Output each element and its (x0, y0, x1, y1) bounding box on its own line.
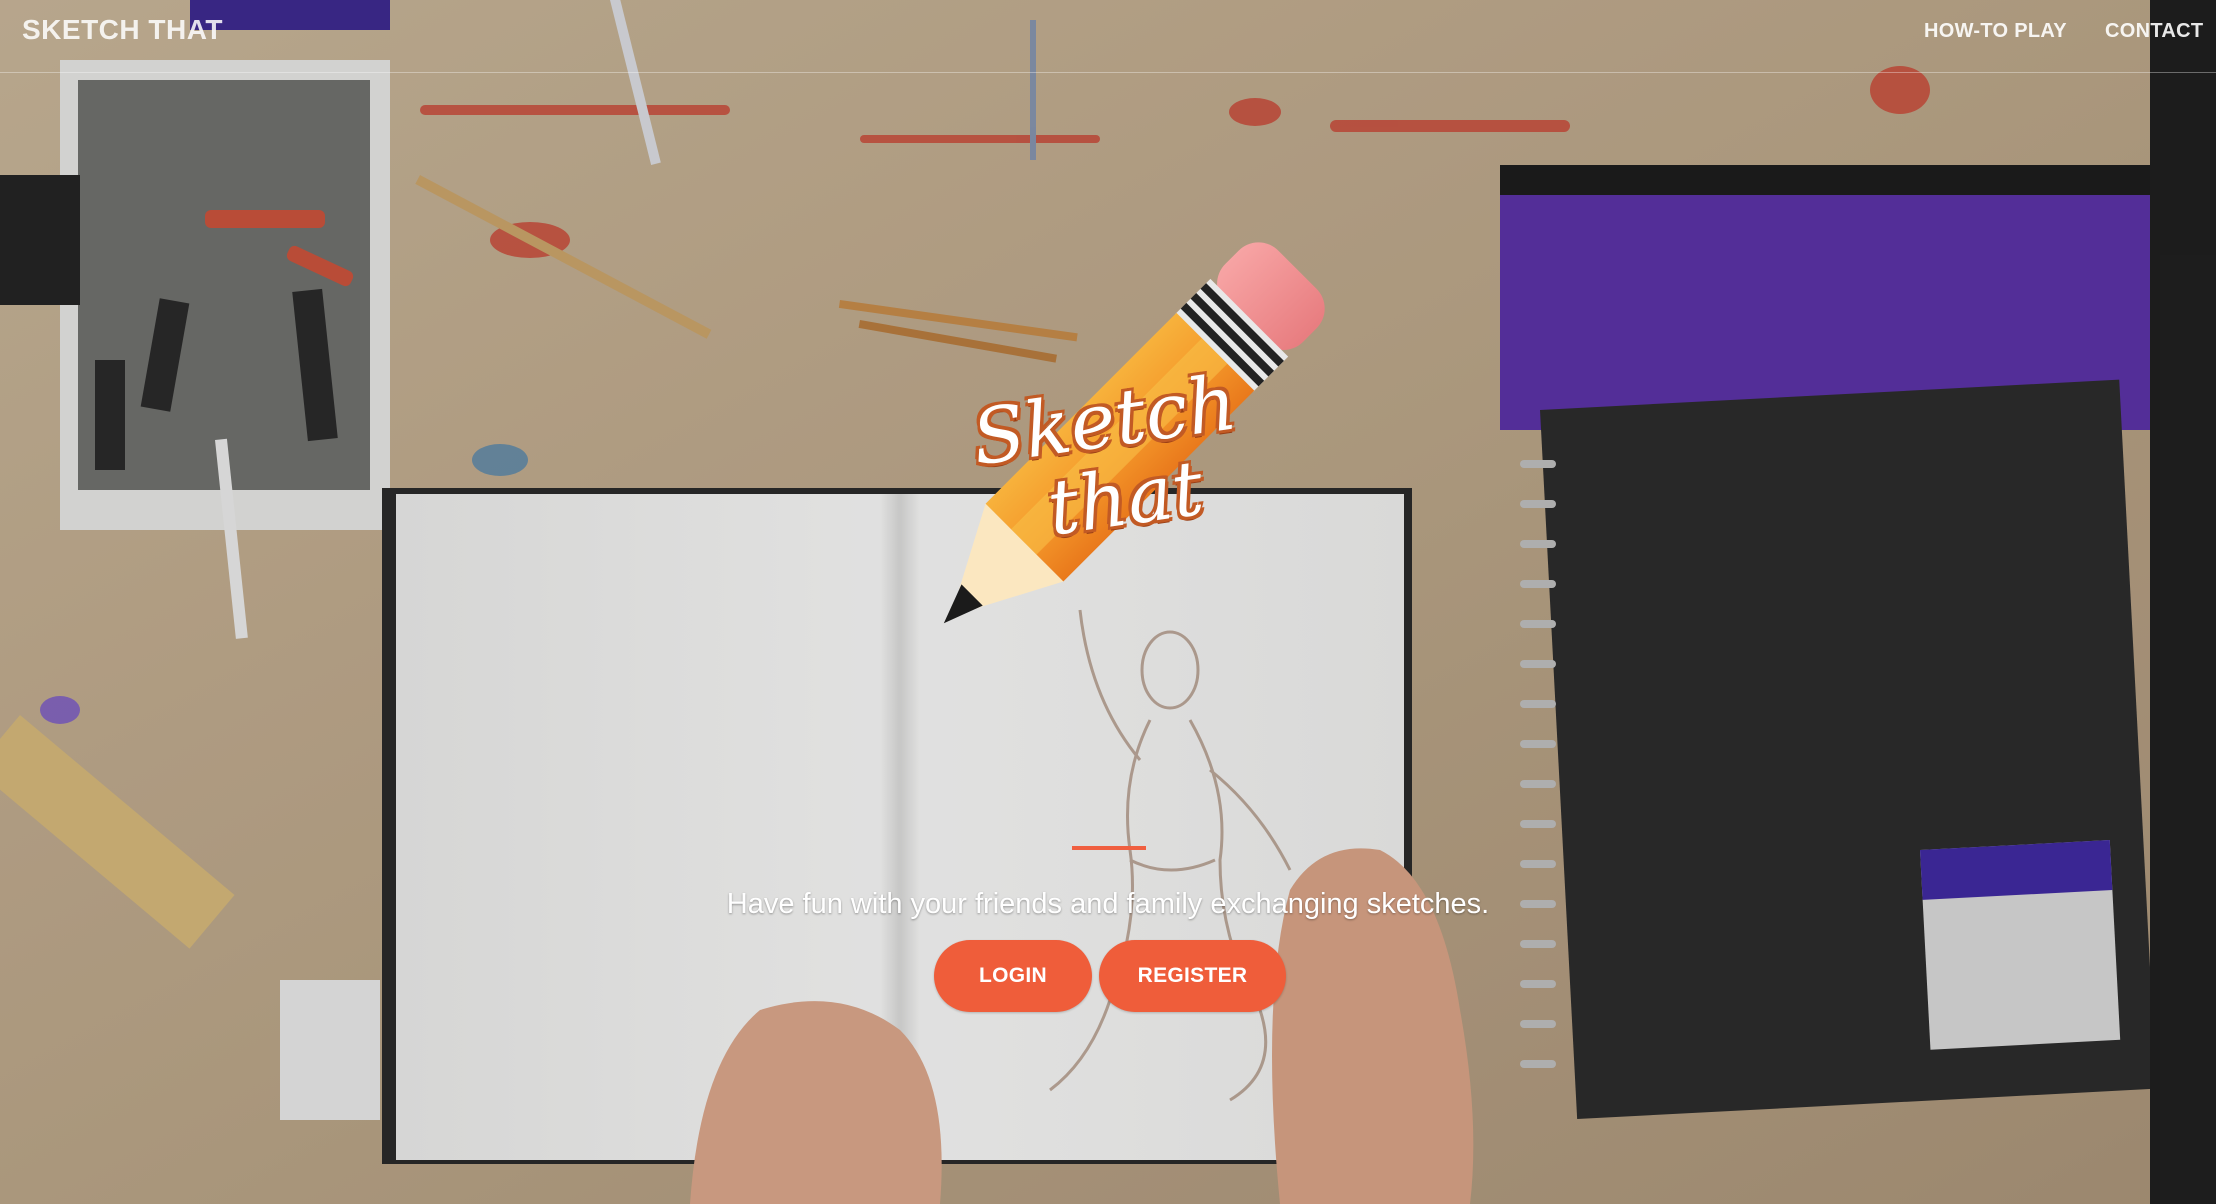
nav-link-contact[interactable]: CONTACT (2105, 20, 2203, 43)
login-button[interactable]: LOGIN (934, 940, 1092, 1012)
top-navbar: SKETCH THAT HOW-TO PLAY CONTACT (0, 0, 2216, 73)
hero-tagline: Have fun with your friends and family ex… (726, 888, 1490, 920)
hero-divider (1072, 846, 1146, 850)
nav-link-how-to-play[interactable]: HOW-TO PLAY (1924, 20, 2067, 43)
register-button[interactable]: REGISTER (1099, 940, 1286, 1012)
pencil-logo-icon (943, 242, 1325, 624)
brand-link[interactable]: SKETCH THAT (22, 14, 223, 46)
